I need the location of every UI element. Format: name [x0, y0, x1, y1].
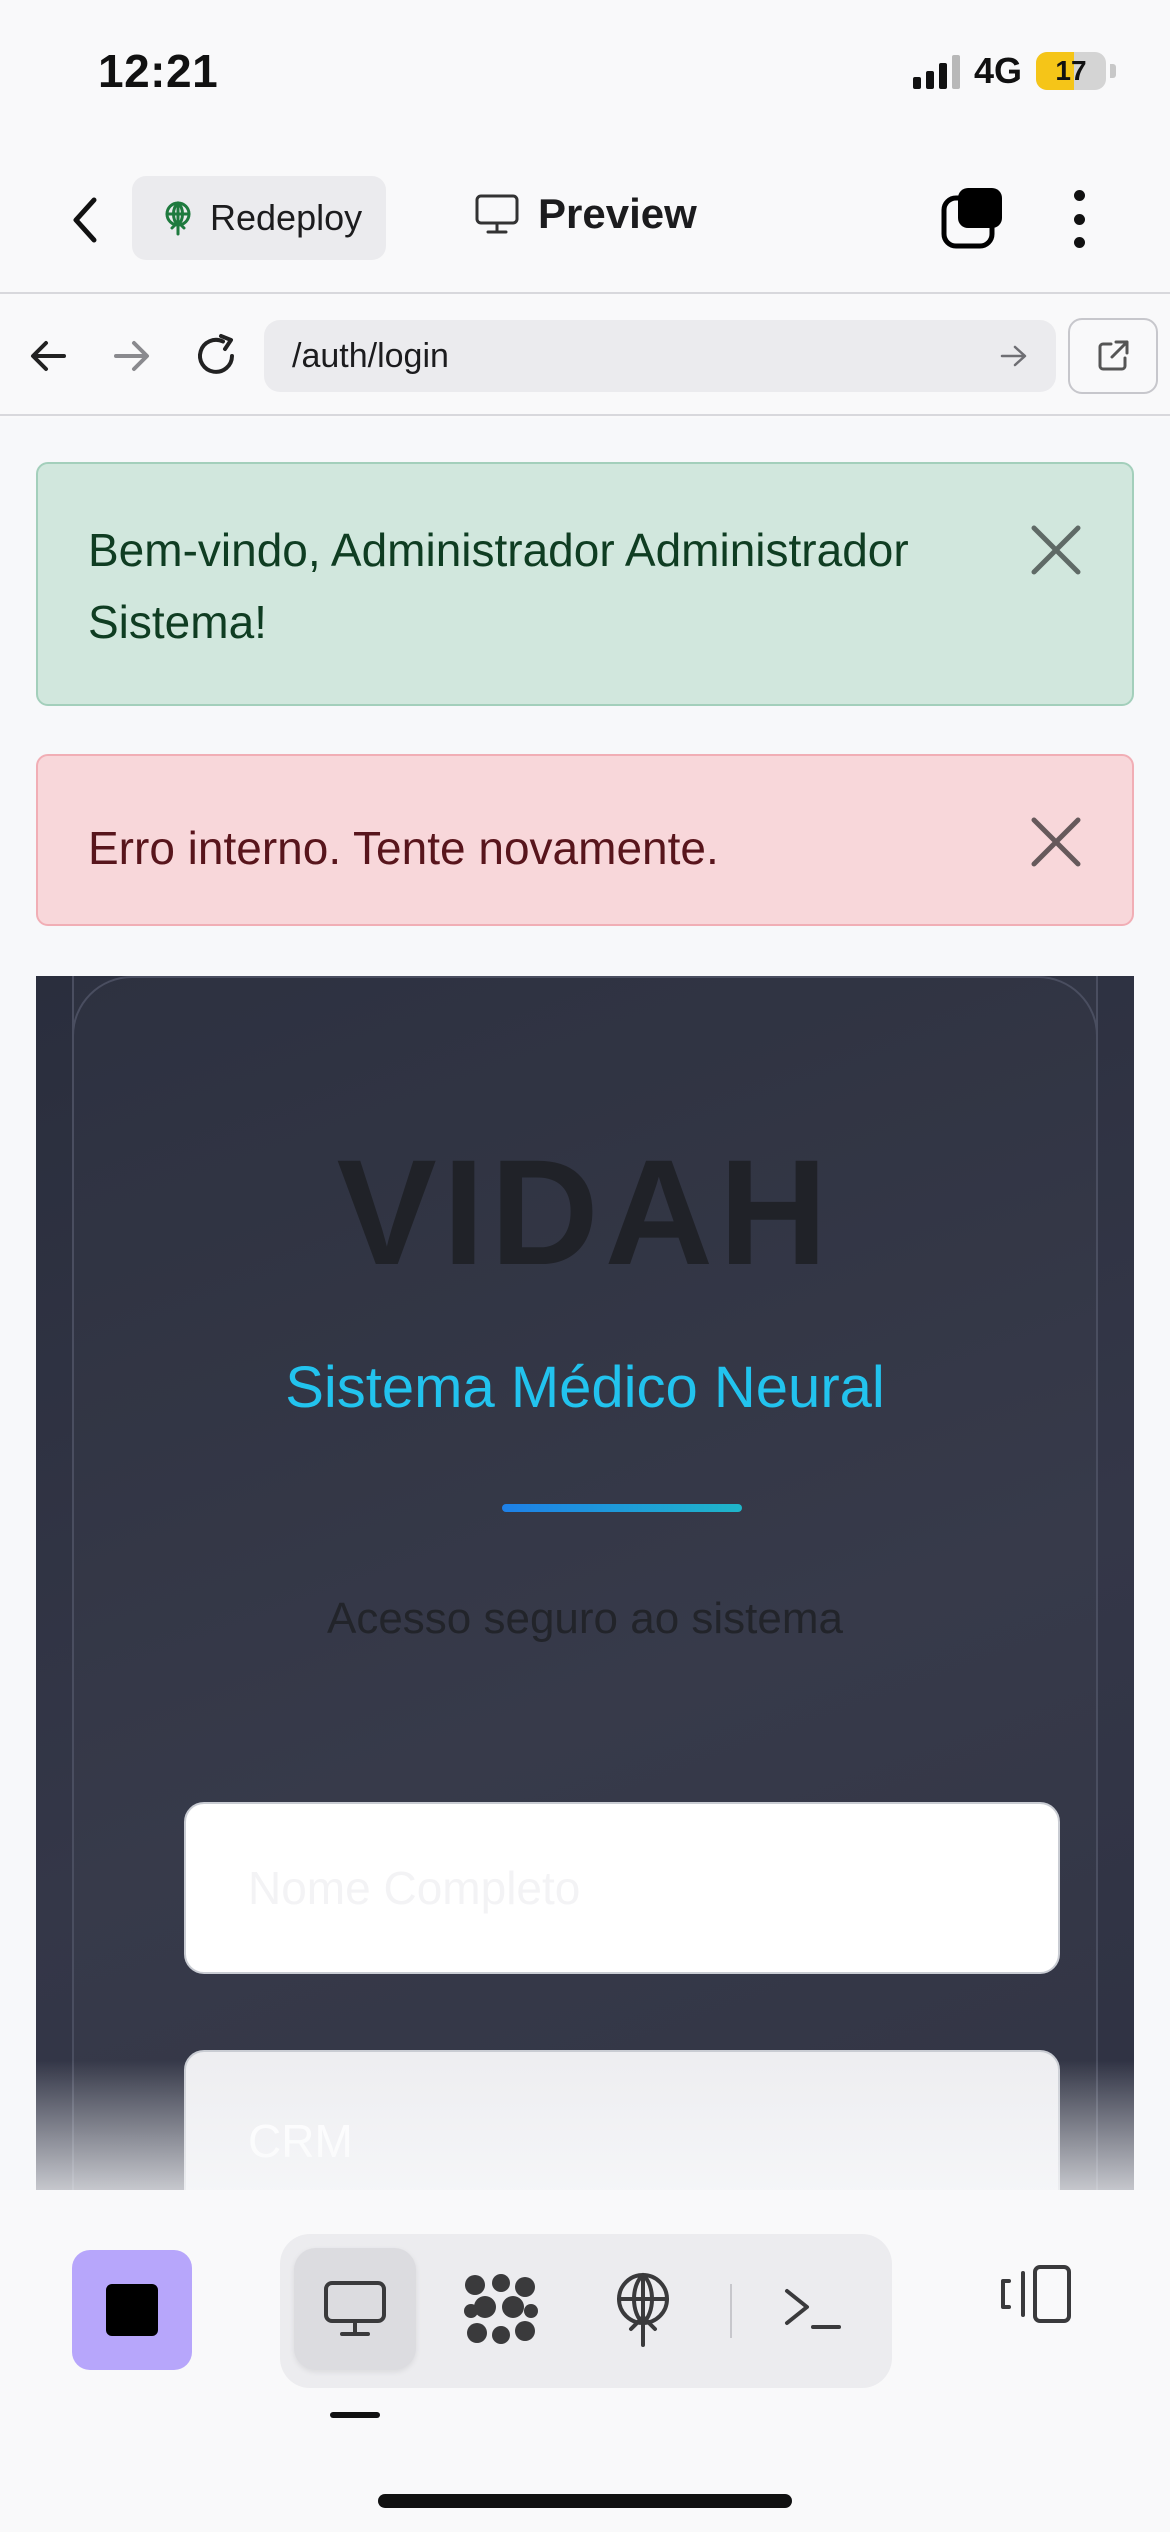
- signal-icon: [912, 53, 960, 89]
- error-alert-text: Erro interno. Tente novamente.: [88, 822, 719, 874]
- nav-back-button[interactable]: [18, 326, 78, 386]
- brand-subtitle: Sistema Médico Neural: [285, 1355, 885, 1420]
- home-indicator: [378, 2494, 792, 2508]
- accent-divider: [502, 1504, 742, 1512]
- error-alert: Erro interno. Tente novamente.: [36, 754, 1134, 926]
- app-header: Redeploy Preview: [0, 150, 1170, 294]
- status-time: 12:21: [98, 45, 219, 97]
- bottom-toolbar: [0, 2190, 1170, 2532]
- url-text: /auth/login: [292, 336, 449, 375]
- terminal-icon: [785, 2289, 841, 2329]
- success-alert-text: Bem-vindo, Administrador Administrador S…: [88, 524, 909, 648]
- monitor-icon: [324, 2281, 386, 2336]
- arrow-left-icon: [31, 341, 66, 371]
- panel-toggle-icon: [1001, 2265, 1071, 2323]
- redeploy-button[interactable]: Redeploy: [132, 176, 386, 260]
- deploy-icon: [617, 2273, 669, 2347]
- more-vertical-icon: [1073, 190, 1085, 201]
- external-link-icon: [1098, 340, 1129, 371]
- tool-switcher: [280, 2234, 892, 2388]
- battery-nub: [1110, 64, 1116, 78]
- brand-title: VIDAH: [336, 1128, 834, 1296]
- toolbar-separator: [730, 2284, 732, 2338]
- url-bar: /auth/login: [0, 296, 1170, 416]
- active-tool-indicator: [330, 2412, 380, 2418]
- success-alert: Bem-vindo, Administrador Administrador S…: [36, 462, 1134, 706]
- panel-toggle-button[interactable]: [994, 2252, 1078, 2336]
- login-tagline: Acesso seguro ao sistema: [326, 1594, 844, 1643]
- preview-label: Preview: [538, 190, 697, 237]
- preview-viewport: Bem-vindo, Administrador Administrador S…: [0, 418, 1170, 2190]
- monitor-icon: [475, 194, 519, 234]
- modules-icon: [464, 2274, 538, 2344]
- tool-terminal-button[interactable]: [752, 2248, 874, 2370]
- open-external-button[interactable]: [1068, 318, 1158, 394]
- tabs-button[interactable]: [940, 186, 1006, 252]
- full-name-input[interactable]: Nome Completo: [184, 1802, 1060, 1974]
- url-input[interactable]: /auth/login: [264, 320, 1056, 392]
- deploy-icon: [165, 201, 191, 236]
- reload-icon: [198, 334, 234, 374]
- close-icon: [1031, 525, 1081, 575]
- arrow-right-icon: [114, 341, 149, 371]
- crm-input[interactable]: CRM: [184, 2050, 1060, 2190]
- close-icon: [1031, 817, 1081, 867]
- stop-button[interactable]: [72, 2250, 192, 2370]
- redeploy-label: Redeploy: [210, 197, 363, 238]
- tool-deploy-button[interactable]: [582, 2248, 704, 2370]
- preview-title: Preview: [474, 190, 697, 238]
- tool-preview-button[interactable]: [294, 2248, 416, 2370]
- error-alert-close-button[interactable]: [1028, 814, 1084, 870]
- login-card: VIDAH Sistema Médico Neural Acesso segur…: [72, 976, 1098, 2190]
- success-alert-close-button[interactable]: [1028, 522, 1084, 578]
- arrow-right-small-icon[interactable]: [1000, 344, 1028, 368]
- status-indicators: 4G 17: [912, 50, 1116, 92]
- tabs-icon: [941, 188, 1002, 249]
- back-button[interactable]: [56, 190, 116, 250]
- chevron-left-icon: [73, 197, 97, 243]
- network-type: 4G: [973, 50, 1022, 91]
- status-bar: 12:21 4G 17: [0, 0, 1170, 150]
- reload-button[interactable]: [186, 326, 246, 386]
- battery-icon: 17: [1036, 52, 1106, 90]
- more-options-button[interactable]: [1064, 186, 1094, 252]
- stop-icon: [106, 2284, 158, 2336]
- nav-forward-button[interactable]: [102, 326, 162, 386]
- tool-modules-button[interactable]: [440, 2248, 562, 2370]
- battery-level: 17: [1055, 55, 1087, 86]
- login-panel: VIDAH Sistema Médico Neural Acesso segur…: [36, 976, 1134, 2190]
